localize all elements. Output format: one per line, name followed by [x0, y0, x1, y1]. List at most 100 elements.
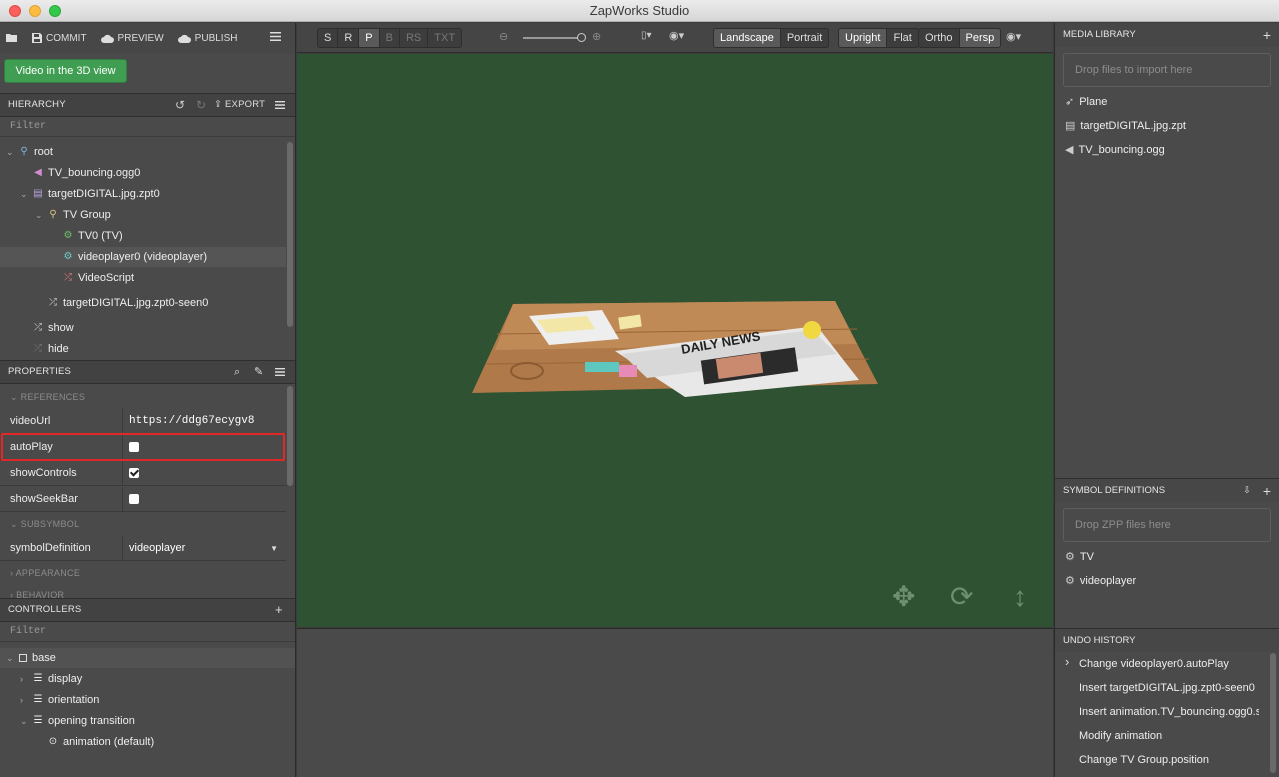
mode-b-button[interactable]: B [380, 29, 400, 47]
tree-item-seen[interactable]: ⤮ targetDIGITAL.jpg.zpt0-seen0 [48, 293, 208, 313]
redo-icon[interactable]: ↻ [196, 94, 206, 116]
upright-button[interactable]: Upright [839, 29, 888, 47]
close-window-button[interactable] [9, 5, 21, 17]
controller-item-animation[interactable]: ⊙ animation (default) [48, 732, 154, 752]
scale-gizmo-icon[interactable]: ↕ [1013, 582, 1027, 612]
properties-menu-icon[interactable] [275, 368, 285, 376]
3d-viewport[interactable]: DAILY NEWS ✥ ⟳ ↕ [297, 54, 1053, 627]
mode-txt-button[interactable]: TXT [428, 29, 461, 47]
tree-item-videoscript[interactable]: ⤮ VideoScript [63, 268, 134, 288]
maximize-window-button[interactable] [49, 5, 61, 17]
tree-item-target[interactable]: ⌄ ▤ targetDIGITAL.jpg.zpt0 [20, 184, 160, 204]
device-dropdown-icon[interactable]: ▯▾ [641, 30, 652, 41]
chevron-right-icon[interactable]: › [20, 669, 28, 689]
rotate-gizmo-icon[interactable]: ⟳ [950, 582, 973, 612]
pose-group: Upright Flat [838, 28, 919, 48]
export-button[interactable]: ⇪ EXPORT [214, 94, 265, 116]
undo-item[interactable]: Insert targetDIGITAL.jpg.zpt0-seen0 [1079, 678, 1259, 698]
chevron-down-icon[interactable]: ⌄ [35, 205, 43, 225]
zoom-slider-handle[interactable] [577, 33, 586, 42]
tree-item-hide[interactable]: ⤮ hide [33, 339, 69, 359]
controllers-filter-input[interactable]: Filter [0, 622, 295, 642]
zoom-out-icon[interactable]: ⊖ [499, 30, 508, 43]
mode-s-button[interactable]: S [318, 29, 339, 47]
tree-item-label: TV_bouncing.ogg0 [48, 167, 141, 179]
chevron-down-icon[interactable]: ⌄ [20, 184, 28, 204]
undo-item[interactable]: Change TV Group.position [1079, 750, 1259, 770]
right-panel: MEDIA LIBRARY + Drop files to import her… [1054, 23, 1279, 777]
chevron-down-icon[interactable]: ⌄ [20, 711, 28, 731]
undo-item[interactable]: Modify animation [1079, 726, 1259, 746]
group-icon: ⚲ [49, 209, 57, 220]
undo-icon[interactable]: ↺ [175, 94, 185, 116]
controller-item-display[interactable]: › ☰ display [20, 669, 82, 689]
symbol-item-tv[interactable]: ⚙ TV [1065, 547, 1094, 567]
flat-button[interactable]: Flat [887, 29, 917, 47]
hierarchy-menu-icon[interactable] [275, 101, 285, 109]
prop-row-videourl: videoUrl https://ddg67ecygv8 [0, 408, 286, 434]
symboldefinition-select[interactable]: videoplayer ▼ [123, 536, 286, 561]
controller-item-opening-transition[interactable]: ⌄ ☰ opening transition [20, 711, 135, 731]
undo-item[interactable]: Insert animation.TV_bouncing.ogg0.start [1079, 702, 1259, 722]
mode-p-button[interactable]: P [359, 29, 380, 47]
videourl-input[interactable]: https://ddg67ecygv8 [123, 409, 286, 434]
pencil-icon[interactable]: ✎ [254, 361, 263, 383]
mode-rs-button[interactable]: RS [400, 29, 429, 47]
minimize-window-button[interactable] [29, 5, 41, 17]
symbol-drop-zone[interactable]: Drop ZPP files here [1063, 508, 1271, 542]
undo-history-scrollbar[interactable] [1270, 653, 1276, 773]
download-icon[interactable]: ⇩ [1243, 479, 1251, 503]
add-media-icon[interactable]: + [1263, 23, 1271, 47]
search-icon[interactable]: ⌕ [234, 361, 240, 383]
tree-item-audio[interactable]: ◀ TV_bouncing.ogg0 [33, 163, 140, 183]
mode-r-button[interactable]: R [338, 29, 360, 47]
tree-item-tv-group[interactable]: ⌄ ⚲ TV Group [35, 205, 111, 225]
publish-button[interactable]: PUBLISH [177, 33, 237, 44]
add-symbol-icon[interactable]: + [1263, 479, 1271, 503]
gear-icon: ⚙ [63, 251, 73, 262]
eye-dropdown-icon[interactable]: ◉▾ [1006, 30, 1021, 43]
landscape-button[interactable]: Landscape [714, 29, 781, 47]
media-item-plane[interactable]: ➶ Plane [1065, 92, 1107, 112]
controller-label: animation (default) [63, 736, 155, 748]
section-references[interactable]: ⌄ REFERENCES [0, 386, 286, 408]
showcontrols-checkbox[interactable] [129, 468, 139, 478]
open-folder-button[interactable] [6, 33, 18, 43]
preview-button[interactable]: PREVIEW [100, 33, 164, 44]
section-appearance[interactable]: › APPEARANCE [0, 562, 286, 584]
media-item-audio[interactable]: ◀ TV_bouncing.ogg [1065, 140, 1165, 160]
symbol-item-videoplayer[interactable]: ⚙ videoplayer [1065, 571, 1136, 591]
media-item-target[interactable]: ▤ targetDIGITAL.jpg.zpt [1065, 116, 1186, 136]
hierarchy-filter-input[interactable]: Filter [0, 117, 295, 137]
portrait-button[interactable]: Portrait [781, 29, 828, 47]
globe-dropdown-icon[interactable]: ◉▾ [669, 29, 684, 42]
section-subsymbol[interactable]: ⌄ SUBSYMBOL [0, 513, 286, 535]
tree-item-tv0[interactable]: ⚙ TV0 (TV) [63, 226, 123, 246]
ortho-button[interactable]: Ortho [919, 29, 960, 47]
persp-button[interactable]: Persp [959, 29, 1001, 47]
tree-item-show[interactable]: ⤮ show [33, 318, 74, 338]
move-gizmo-icon[interactable]: ✥ [892, 582, 915, 612]
tree-item-videoplayer0[interactable]: ⚙ videoplayer0 (videoplayer) [63, 247, 208, 267]
gear-icon: ⚙ [1065, 575, 1075, 587]
zoom-in-icon[interactable]: ⊕ [592, 30, 601, 43]
tree-item-root[interactable]: ⌄ ⚲ root [6, 142, 53, 162]
chevron-down-icon[interactable]: ⌄ [6, 648, 14, 668]
chevron-down-icon[interactable]: ⌄ [6, 142, 14, 162]
list-icon: ☰ [33, 673, 43, 684]
undo-item[interactable]: Change videoplayer0.autoPlay [1079, 654, 1259, 674]
scene-view-button[interactable]: Video in the 3D view [4, 59, 127, 83]
hierarchy-scrollbar[interactable] [287, 142, 293, 327]
menu-icon[interactable] [270, 32, 281, 41]
chevron-right-icon[interactable]: › [20, 690, 28, 710]
zoom-slider[interactable] [523, 37, 583, 39]
media-drop-zone[interactable]: Drop files to import here [1063, 53, 1271, 87]
add-controller-icon[interactable]: + [275, 599, 283, 621]
controller-item-base[interactable]: ⌄ base [6, 648, 56, 668]
section-behavior[interactable]: › BEHAVIOR [0, 584, 286, 598]
showseekbar-checkbox[interactable] [129, 494, 139, 504]
commit-button[interactable]: COMMIT [32, 33, 87, 44]
tree-item-label: show [48, 322, 74, 334]
controller-item-orientation[interactable]: › ☰ orientation [20, 690, 99, 710]
properties-scrollbar[interactable] [287, 386, 293, 486]
